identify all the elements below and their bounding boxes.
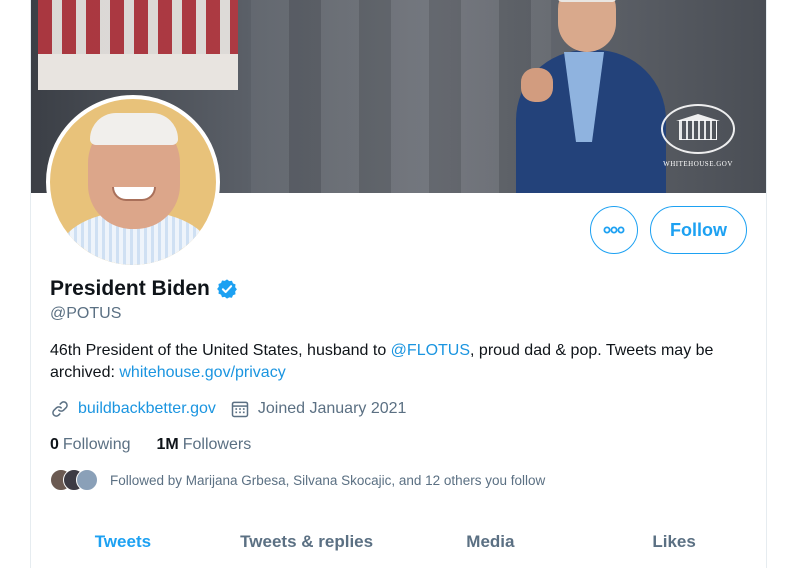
more-horizontal-icon bbox=[603, 226, 625, 234]
avatar[interactable] bbox=[46, 95, 220, 269]
link-icon bbox=[50, 399, 70, 419]
tab-media[interactable]: Media bbox=[399, 520, 583, 568]
whitehouse-logo: WHITEHOUSE.GOV bbox=[657, 104, 739, 174]
calendar-icon bbox=[230, 399, 250, 419]
verified-badge-icon bbox=[216, 278, 238, 300]
profile-name-row: President Biden bbox=[50, 276, 238, 302]
bio-privacy-link[interactable]: whitehouse.gov/privacy bbox=[119, 364, 285, 381]
profile-handle: @POTUS bbox=[50, 305, 122, 322]
follower-avatars bbox=[50, 469, 102, 491]
profile-tabs: Tweets Tweets & replies Media Likes bbox=[31, 520, 766, 568]
bio-text: 46th President of the United States, hus… bbox=[50, 342, 391, 359]
banner-wall bbox=[38, 54, 238, 90]
followed-by-text: Followed by Marijana Grbesa, Silvana Sko… bbox=[110, 472, 546, 488]
following-label: Following bbox=[62, 436, 131, 453]
left-gutter bbox=[0, 0, 31, 568]
joined-date: Joined January 2021 bbox=[257, 400, 407, 417]
following-count: 0 bbox=[50, 436, 59, 453]
followers-count: 1M bbox=[156, 436, 179, 453]
banner-person bbox=[486, 0, 686, 193]
tab-tweets[interactable]: Tweets bbox=[31, 520, 215, 568]
whitehouse-logo-text: WHITEHOUSE.GOV bbox=[663, 160, 733, 168]
display-name: President Biden bbox=[50, 277, 210, 300]
follower-avatar bbox=[76, 469, 98, 491]
following-stat[interactable]: 0 Following bbox=[50, 436, 131, 454]
followers-label: Followers bbox=[182, 436, 252, 453]
website-link[interactable]: buildbackbetter.gov bbox=[78, 400, 216, 418]
profile-bio: 46th President of the United States, hus… bbox=[50, 340, 750, 384]
profile-meta: buildbackbetter.gov Joined January 2021 bbox=[50, 398, 406, 420]
tab-likes[interactable]: Likes bbox=[582, 520, 766, 568]
more-button[interactable] bbox=[590, 206, 638, 254]
followed-by-row[interactable]: Followed by Marijana Grbesa, Silvana Sko… bbox=[50, 468, 545, 492]
follow-button[interactable]: Follow bbox=[650, 206, 747, 254]
bio-mention-link[interactable]: @FLOTUS bbox=[391, 342, 470, 359]
right-gutter bbox=[766, 0, 800, 568]
profile-stats: 0 Following 1M Followers bbox=[50, 434, 277, 456]
tab-tweets-and-replies[interactable]: Tweets & replies bbox=[215, 520, 399, 568]
followers-stat[interactable]: 1M Followers bbox=[157, 436, 252, 454]
